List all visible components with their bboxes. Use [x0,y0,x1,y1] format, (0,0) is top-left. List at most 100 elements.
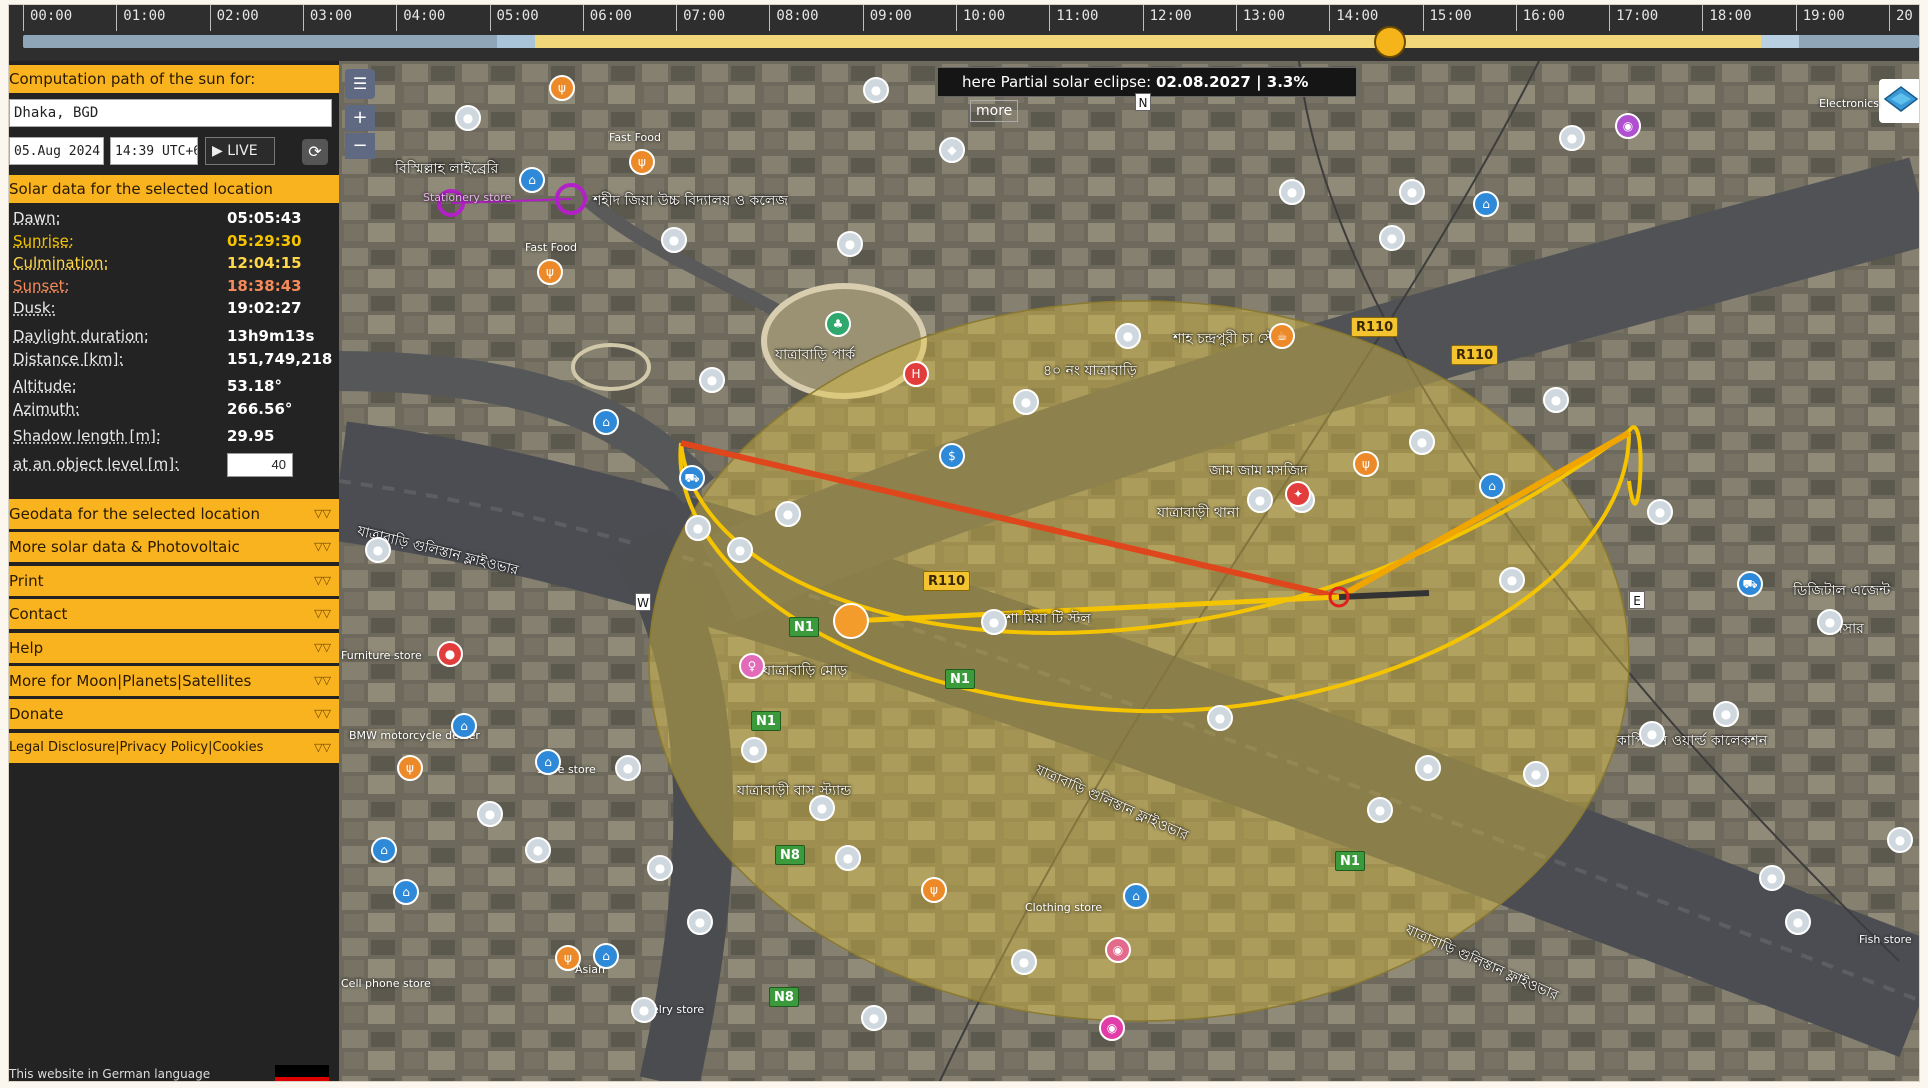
map-pin-icon[interactable]: ● [1279,179,1305,205]
map-pin-icon[interactable]: ● [835,845,861,871]
timeline-sun-handle[interactable] [1373,26,1406,58]
map-pin-icon[interactable]: ● [477,801,503,827]
accordion-more-solar[interactable]: More solar data & Photovoltaic ▽▽ [9,532,339,563]
atm-pin-icon[interactable]: $ [939,443,965,469]
solar-key[interactable]: Azimuth: [13,400,80,418]
layers-menu-icon[interactable]: ☰ [345,69,375,99]
clothing-pin-icon[interactable]: ⌂ [1123,883,1149,909]
restaurant-pin-icon[interactable]: ψ [921,877,947,903]
map-pin-icon[interactable]: ● [1399,179,1425,205]
map-pin-icon[interactable]: ● [861,1005,887,1031]
map-pin-icon[interactable]: ● [365,537,391,563]
satellite-map[interactable]: here Partial solar eclipse: 02.08.2027 |… [339,61,1919,1081]
map-pin-icon[interactable]: ● [1887,827,1913,853]
restaurant-pin-icon[interactable]: ψ [629,149,655,175]
hospital-pin-icon[interactable]: H [903,361,929,387]
map-pin-icon[interactable]: ● [741,737,767,763]
solar-key[interactable]: Dusk: [13,299,56,317]
restaurant-pin-icon[interactable]: ψ [549,75,575,101]
map-pin-icon[interactable]: ● [647,855,673,881]
store-pin-icon[interactable]: ◉ [1105,937,1131,963]
shopping-pin-icon[interactable]: ⌂ [393,879,419,905]
map-pin-icon[interactable]: ● [1713,701,1739,727]
solar-key[interactable]: Sunset: [13,277,70,295]
shopping-cart-pin-icon[interactable]: ⛟ [1737,571,1763,597]
shopping-pin-icon[interactable]: ⌂ [593,943,619,969]
restaurant-pin-icon[interactable]: ψ [537,259,563,285]
object-level-input[interactable] [227,452,293,477]
place-of-worship-pin-icon[interactable]: ✦ [1285,481,1311,507]
map-pin-icon[interactable]: ● [1115,323,1141,349]
live-button[interactable]: ▶ LIVE [205,137,275,165]
map-pin-icon[interactable]: ● [687,909,713,935]
map-pin-icon[interactable]: ● [1639,721,1665,747]
date-input[interactable] [9,137,104,165]
restaurant-pin-icon[interactable]: ψ [397,755,423,781]
school-pin-icon[interactable]: ◆ [939,137,965,163]
map-pin-icon[interactable]: ● [631,997,657,1023]
park-pin-icon[interactable]: ♣ [825,311,851,337]
map-pin-icon[interactable]: ● [1499,567,1525,593]
time-slider[interactable]: 00:00 01:00 02:00 03:00 04:00 05:00 06:00 07:00… [9,5,1919,61]
map-pin-icon[interactable]: ● [1817,609,1843,635]
shopping-pin-icon[interactable]: ⌂ [593,409,619,435]
zoom-out-button[interactable]: − [345,133,375,159]
shopping-pin-icon[interactable]: ⌂ [1479,473,1505,499]
accordion-donate[interactable]: Donate ▽▽ [9,699,339,730]
map-pin-icon[interactable]: ● [1523,761,1549,787]
store-pin-icon[interactable]: ◉ [1615,113,1641,139]
solar-key[interactable]: Sunrise: [13,232,74,250]
accordion-geodata[interactable]: Geodata for the selected location ▽▽ [9,499,339,529]
place-pin-icon[interactable]: ● [437,641,463,667]
map-pin-icon[interactable]: ● [661,227,687,253]
map-pin-icon[interactable]: ● [775,501,801,527]
map-pin-icon[interactable]: ● [1367,797,1393,823]
shopping-pin-icon[interactable]: ⌂ [371,837,397,863]
map-pin-icon[interactable]: ● [863,77,889,103]
shopping-pin-icon[interactable]: ⌂ [1473,191,1499,217]
map-pin-icon[interactable]: ● [1207,705,1233,731]
accordion-print[interactable]: Print ▽▽ [9,565,339,596]
solar-key[interactable]: Daylight duration: [13,327,149,345]
accordion-legal[interactable]: Legal Disclosure|Privacy Policy|Cookies ▽… [9,732,339,763]
map-pin-icon[interactable]: ● [981,609,1007,635]
german-language-link[interactable]: This website in German language [9,1067,210,1081]
map-pin-icon[interactable]: ● [1647,499,1673,525]
map-pin-icon[interactable]: ● [1415,755,1441,781]
solar-key[interactable]: Culmination: [13,254,108,272]
shoe-store-pin-icon[interactable]: ⌂ [535,749,561,775]
refresh-icon[interactable]: ⟳ [302,139,328,165]
map-pin-icon[interactable]: ● [1559,125,1585,151]
map-pin-icon[interactable]: ● [455,105,481,131]
map-pin-icon[interactable]: ● [809,795,835,821]
zoom-in-button[interactable]: + [345,105,375,131]
accordion-moon-planets[interactable]: More for Moon|Planets|Satellites ▽▽ [9,665,339,696]
solar-key[interactable]: Altitude: [13,377,77,395]
restaurant-pin-icon[interactable]: ψ [1353,451,1379,477]
shopping-pin-icon[interactable]: ⌂ [451,713,477,739]
shopping-cart-pin-icon[interactable]: ⛟ [679,465,705,491]
german-flag-icon[interactable] [275,1065,329,1081]
map-pin-icon[interactable]: ● [1013,389,1039,415]
map-pin-icon[interactable]: ● [1247,487,1273,513]
solar-key[interactable]: Distance [km]: [13,350,123,368]
current-sun-position-marker[interactable] [833,603,869,639]
map-pin-icon[interactable]: ● [1011,949,1037,975]
eclipse-more-button[interactable]: more [970,100,1019,122]
map-pin-icon[interactable]: ● [1409,429,1435,455]
map-pin-icon[interactable]: ● [727,537,753,563]
accordion-contact[interactable]: Contact ▽▽ [9,599,339,630]
map-pin-icon[interactable]: ● [525,837,551,863]
beauty-pin-icon[interactable]: ♀ [739,653,765,679]
solar-key[interactable]: Dawn: [13,209,61,227]
map-pin-icon[interactable]: ● [699,367,725,393]
map-pin-icon[interactable]: ● [1379,225,1405,251]
time-input[interactable] [110,137,198,165]
shopping-pin-icon[interactable]: ⌂ [519,167,545,193]
restaurant-pin-icon[interactable]: ψ [555,945,581,971]
store-pin-icon[interactable]: ◉ [1099,1015,1125,1041]
cafe-pin-icon[interactable]: ☕ [1269,323,1295,349]
map-pin-icon[interactable]: ● [1785,909,1811,935]
map-type-toggle[interactable] [1879,79,1919,123]
map-pin-icon[interactable]: ● [685,515,711,541]
